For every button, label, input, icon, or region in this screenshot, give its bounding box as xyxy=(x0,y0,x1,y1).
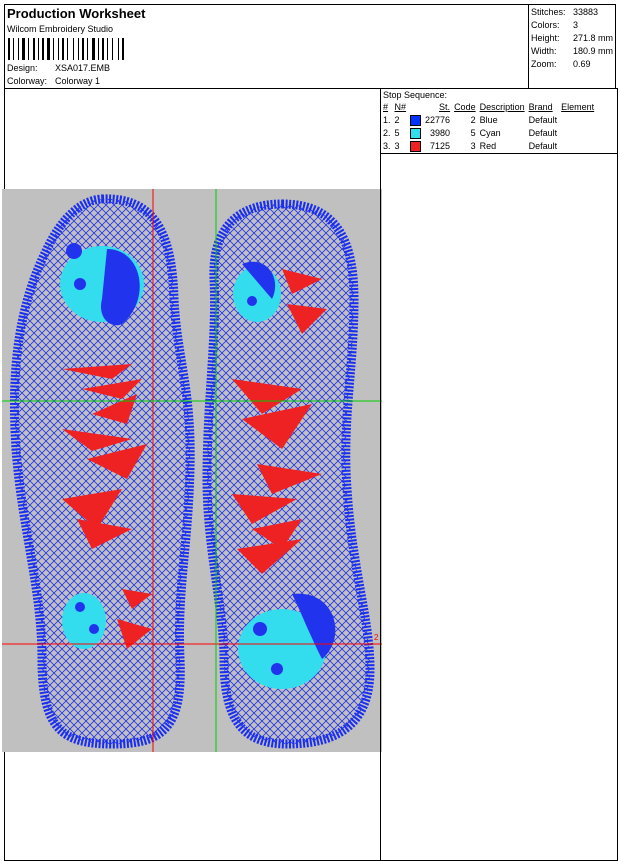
thread-color-swatch xyxy=(410,141,422,153)
software-name: Wilcom Embroidery Studio xyxy=(7,24,114,34)
header-panel: Production Worksheet Wilcom Embroidery S… xyxy=(4,4,529,89)
row-brand: Default xyxy=(528,115,558,125)
row-stitches: 3980 xyxy=(430,128,451,138)
row-description: Blue xyxy=(479,115,498,125)
col-color xyxy=(408,101,423,114)
embroidery-design: 2 xyxy=(2,189,382,752)
row-n: 2 xyxy=(394,115,400,125)
row-description: Red xyxy=(479,141,497,151)
col-num: # xyxy=(383,102,389,112)
design-value: XSA017.EMB xyxy=(55,63,111,73)
row-stitches: 7125 xyxy=(430,141,451,151)
row-code: 2 xyxy=(470,115,476,125)
color-swatch xyxy=(408,114,423,127)
col-brand: Brand xyxy=(528,102,553,112)
barcode xyxy=(8,38,124,60)
row-element xyxy=(559,114,596,127)
col-stitches: St. xyxy=(439,102,451,112)
colorway-label: Colorway: xyxy=(7,76,48,86)
row-element xyxy=(559,140,596,153)
row-num: 3. xyxy=(383,141,391,151)
row-num: 2. xyxy=(383,128,391,138)
col-n: N# xyxy=(394,102,407,112)
stop-sequence-panel: Stop Sequence: # N# St. Code Description… xyxy=(380,88,618,154)
design-panel: 2 xyxy=(2,88,382,861)
stat-height: Height: 271.8 mm xyxy=(531,33,614,43)
row-brand: Default xyxy=(528,141,558,151)
row-n: 3 xyxy=(394,141,400,151)
thread-color-swatch xyxy=(410,128,422,140)
row-brand: Default xyxy=(528,128,558,138)
row-description: Cyan xyxy=(479,128,501,138)
color-swatch xyxy=(408,140,423,153)
design-label: Design: xyxy=(7,63,38,73)
table-header-row: # N# St. Code Description Brand Element xyxy=(381,101,596,114)
col-element: Element xyxy=(561,102,595,112)
guide-marker-label: 2 xyxy=(374,633,379,642)
colorway-value: Colorway 1 xyxy=(55,76,101,86)
stat-colors: Colors: 3 xyxy=(531,20,579,30)
row-n: 5 xyxy=(394,128,400,138)
row-stitches: 22776 xyxy=(425,115,451,125)
row-num: 1. xyxy=(383,115,391,125)
stat-zoom: Zoom: 0.69 xyxy=(531,59,591,69)
thread-color-swatch xyxy=(410,115,422,127)
row-code: 3 xyxy=(470,141,476,151)
col-code: Code xyxy=(454,102,476,112)
color-swatch xyxy=(408,127,423,140)
page-title: Production Worksheet xyxy=(7,6,146,21)
stop-sequence-table: # N# St. Code Description Brand Element … xyxy=(381,101,596,153)
table-row: 1. 2 22776 2 Blue Default xyxy=(381,114,596,127)
stat-width: Width: 180.9 mm xyxy=(531,46,614,56)
stat-stitches: Stitches: 33883 xyxy=(531,7,599,17)
table-row: 2. 5 3980 5 Cyan Default xyxy=(381,127,596,140)
panda-bottom-left xyxy=(62,593,106,649)
row-element xyxy=(559,127,596,140)
table-row: 3. 3 7125 3 Red Default xyxy=(381,140,596,153)
stats-panel: Stitches: 33883 Colors: 3 Height: 271.8 mm … xyxy=(528,4,616,89)
stop-sequence-title: Stop Sequence: xyxy=(383,90,448,100)
row-code: 5 xyxy=(470,128,476,138)
col-description: Description xyxy=(479,102,525,112)
notes-panel xyxy=(380,153,618,861)
